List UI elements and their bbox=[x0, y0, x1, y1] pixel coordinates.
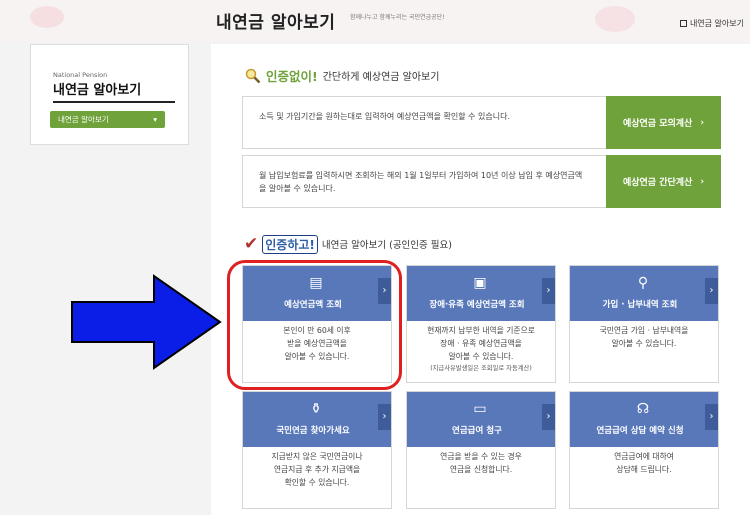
chevron-right-icon: › bbox=[700, 176, 705, 187]
simple-calc-button[interactable]: 예상연금 간단계산 › bbox=[606, 155, 721, 208]
chevron-right-icon: › bbox=[378, 404, 391, 430]
page-icon bbox=[679, 20, 687, 27]
section-no-auth-heading: 인증없이! 간단하게 예상연금 알아보기 bbox=[245, 66, 439, 85]
card-consultation-booking[interactable]: ☊ 연금급여 상담 예약 신청 › 연금급여에 대하여 상담해 드립니다. bbox=[569, 391, 719, 509]
highlight-circle-annotation bbox=[227, 260, 402, 390]
card-desc: 국민연금 가입 · 납부내역을 알아볼 수 있습니다. bbox=[570, 324, 718, 350]
card-desc: 현재까지 납부한 내역을 기준으로 장애 · 유족 예상연금액을 알아볼 수 있… bbox=[407, 324, 555, 374]
id-card-icon: ▣ bbox=[473, 275, 487, 291]
sidebar-menu-select[interactable]: 내연금 알아보기 ▾ bbox=[50, 111, 165, 128]
card-note: (지급사유발생일은 조회일로 자동계산) bbox=[430, 365, 532, 372]
card-desc-line: 확인할 수 있습니다. bbox=[284, 478, 350, 487]
sidebar-select-value: 내연금 알아보기 bbox=[58, 115, 109, 124]
chevron-right-icon: › bbox=[705, 278, 718, 304]
pointer-arrow-annotation bbox=[71, 274, 222, 370]
card-subscription-history[interactable]: ⚲ 가입 · 납부내역 조회 › 국민연금 가입 · 납부내역을 알아볼 수 있… bbox=[569, 265, 719, 383]
card-disability-survivor[interactable]: ▣ 장애·유족 예상연금액 조회 › 현재까지 납부한 내역을 기준으로 장애 … bbox=[406, 265, 556, 383]
page-title: 내연금 알아보기 bbox=[216, 13, 336, 33]
card-desc-line: 연금급여에 대하여 bbox=[614, 452, 674, 461]
card-desc-line: 국민연금 가입 · 납부내역을 bbox=[599, 326, 689, 335]
card-title: 국민연금 찾아가세요 bbox=[276, 426, 350, 436]
simulation-calc-button[interactable]: 예상연금 모의계산 › bbox=[606, 96, 721, 149]
card-title: 장애·유족 예상연금액 조회 bbox=[429, 300, 525, 310]
checkmark-icon: ✔ bbox=[244, 234, 259, 254]
chevron-right-icon: › bbox=[542, 278, 555, 304]
page-header: 내연금 알아보기 함께나누고 함께누리는 국민연금공단! 내연금 알아보기 bbox=[0, 0, 750, 42]
heart-decoration-icon bbox=[595, 6, 635, 32]
calc-item-simulation: 소득 및 가입기간을 원하는대로 입력하여 예상연금액을 확인할 수 있습니다.… bbox=[242, 96, 721, 149]
sidebar: National Pension 내연금 알아보기 내연금 알아보기 ▾ bbox=[30, 44, 189, 145]
header-link[interactable]: 내연금 알아보기 bbox=[679, 18, 744, 29]
simulation-calc-label: 예상연금 모의계산 bbox=[622, 119, 693, 129]
calc-item-desc: 소득 및 가입기간을 원하는대로 입력하여 예상연금액을 확인할 수 있습니다. bbox=[259, 112, 511, 121]
headset-icon: ☊ bbox=[636, 401, 650, 417]
card-desc-line: 상담해 드립니다. bbox=[616, 465, 672, 474]
card-desc: 연금급여에 대하여 상담해 드립니다. bbox=[570, 450, 718, 476]
search-icon: ⚲ bbox=[637, 275, 649, 291]
card-desc-line: 연금을 신청합니다. bbox=[449, 465, 513, 474]
section-auth-heading: ✔ 인증하고! 내연금 알아보기 (공인인증 필요) bbox=[244, 234, 452, 254]
page-subtitle: 함께나누고 함께누리는 국민연금공단! bbox=[350, 14, 445, 21]
magnifier-icon bbox=[245, 68, 261, 83]
card-desc-line: 장애 · 유족 예상연금액을 bbox=[440, 339, 522, 348]
chevron-right-icon: › bbox=[542, 404, 555, 430]
computer-icon: ▭ bbox=[473, 401, 487, 417]
header-link-label: 내연금 알아보기 bbox=[689, 19, 744, 28]
card-desc-line: 알아볼 수 있습니다. bbox=[448, 352, 514, 361]
chevron-right-icon: › bbox=[705, 404, 718, 430]
sidebar-en-label: National Pension bbox=[53, 71, 108, 79]
chevron-down-icon: ▾ bbox=[153, 115, 157, 124]
coin-bag-icon: ⚱ bbox=[310, 401, 322, 417]
card-title: 연금급여 상담 예약 신청 bbox=[596, 426, 684, 436]
section1-emphasis: 인증없이! bbox=[266, 69, 318, 84]
calc-item-desc: 월 납입보험료를 입력하시면 조회하는 해의 1월 1일부터 가입하여 10년 … bbox=[259, 171, 583, 193]
calc-item-simple: 월 납입보험료를 입력하시면 조회하는 해의 1월 1일부터 가입하여 10년 … bbox=[242, 155, 721, 208]
card-desc-line: 연금을 받을 수 있는 경우 bbox=[440, 452, 522, 461]
heart-decoration-icon bbox=[30, 6, 64, 28]
sidebar-title: 내연금 알아보기 bbox=[53, 83, 142, 98]
divider bbox=[53, 101, 175, 103]
card-desc-line: 현재까지 납부한 내역을 기준으로 bbox=[427, 326, 535, 335]
card-desc-line: 연금지급 후 추가 지급액을 bbox=[273, 465, 361, 474]
card-benefit-claim[interactable]: ▭ 연금급여 청구 › 연금을 받을 수 있는 경우 연금을 신청합니다. bbox=[406, 391, 556, 509]
card-desc-line: 알아볼 수 있습니다. bbox=[611, 339, 677, 348]
section2-title: 내연금 알아보기 (공인인증 필요) bbox=[321, 240, 452, 251]
simple-calc-label: 예상연금 간단계산 bbox=[622, 178, 693, 188]
card-desc-line: 지급받지 않은 국민연금이나 bbox=[271, 452, 363, 461]
section2-emphasis: 인증하고! bbox=[262, 234, 318, 254]
chevron-right-icon: › bbox=[700, 117, 705, 128]
card-desc: 연금을 받을 수 있는 경우 연금을 신청합니다. bbox=[407, 450, 555, 476]
section1-title: 간단하게 예상연금 알아보기 bbox=[322, 72, 440, 83]
card-title: 가입 · 납부내역 조회 bbox=[602, 300, 678, 310]
card-desc: 지급받지 않은 국민연금이나 연금지급 후 추가 지급액을 확인할 수 있습니다… bbox=[243, 450, 391, 489]
card-find-pension[interactable]: ⚱ 국민연금 찾아가세요 › 지급받지 않은 국민연금이나 연금지급 후 추가 … bbox=[242, 391, 392, 509]
card-title: 연금급여 청구 bbox=[452, 426, 502, 436]
